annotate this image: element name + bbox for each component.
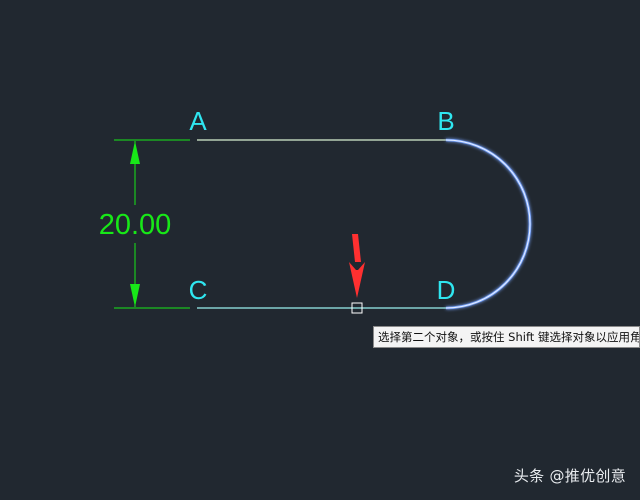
dimension-arrow-up-icon <box>130 141 140 164</box>
fillet-arc[interactable] <box>445 138 532 310</box>
watermark: 头条 @推优创意 <box>513 467 626 485</box>
dimension-arrow-down-icon <box>130 284 140 307</box>
point-label-a: A <box>189 106 207 136</box>
point-label-d: D <box>437 275 456 305</box>
point-label-b: B <box>437 106 454 136</box>
point-label-c: C <box>189 275 208 305</box>
cad-canvas[interactable]: 20.00 A B C D 选择第二个对象，或按住 Shift 键选择对象以应用… <box>0 0 640 500</box>
fillet-arc-core <box>445 139 531 309</box>
red-arrowhead-icon <box>349 262 365 298</box>
red-arrow-icon <box>352 234 361 262</box>
command-tooltip: 选择第二个对象，或按住 Shift 键选择对象以应用角 <box>373 326 640 348</box>
drawing-area[interactable]: 20.00 A B C D <box>0 0 640 500</box>
dimension-value[interactable]: 20.00 <box>99 209 172 241</box>
